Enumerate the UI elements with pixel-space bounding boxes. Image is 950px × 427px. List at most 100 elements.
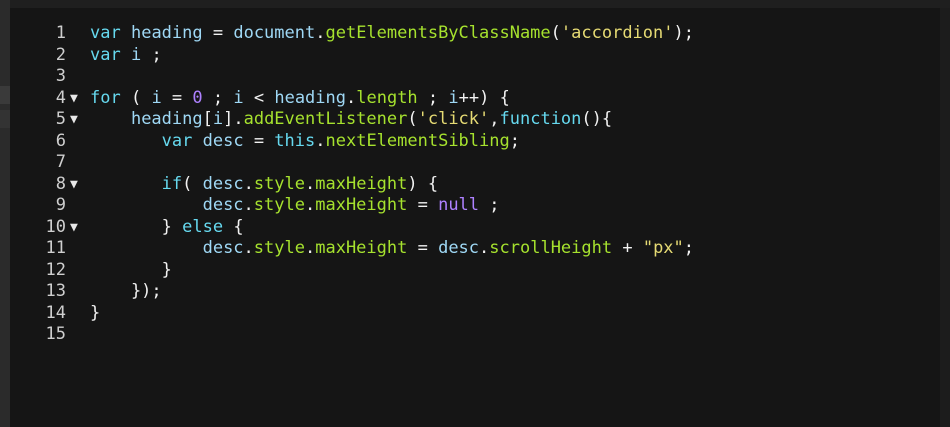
code-token: maxHeight	[315, 238, 408, 258]
line-number: 7	[55, 152, 66, 172]
line-number: 1	[55, 23, 66, 43]
code-token: });	[90, 281, 162, 301]
line-number: 15	[45, 324, 66, 344]
code-token: "px"	[642, 238, 684, 258]
line-number: 11	[45, 238, 66, 258]
code-token: =	[161, 87, 193, 108]
code-token: ++) {	[458, 87, 510, 108]
code-token: =	[407, 238, 439, 258]
code-line[interactable]: 3	[10, 66, 940, 88]
code-text: var desc = this.nextElementSibling;	[90, 131, 520, 153]
panel-marker	[0, 86, 10, 104]
code-token: +	[612, 238, 643, 258]
code-token: );	[673, 23, 694, 43]
code-token: var	[90, 23, 121, 43]
code-text: desc.style.maxHeight = desc.scrollHeight…	[90, 238, 694, 260]
code-line[interactable]: 14}	[10, 303, 940, 325]
code-token: =	[202, 23, 234, 43]
line-number: 2	[55, 44, 66, 65]
fold-arrow-icon[interactable]: ▼	[70, 88, 84, 110]
code-text: for ( i = 0 ; i < heading.length ; i++) …	[90, 88, 510, 110]
code-token: if	[161, 173, 183, 194]
line-number: 4	[55, 87, 66, 108]
code-token: desc	[202, 238, 244, 258]
code-text: heading[i].addEventListener('click',func…	[90, 109, 612, 131]
code-token: (){	[581, 109, 613, 129]
code-line[interactable]: 10 ▼ } else {	[10, 217, 940, 239]
code-token: .	[243, 173, 254, 194]
fold-arrow-icon[interactable]: ▼	[70, 174, 84, 196]
code-token: desc	[202, 195, 244, 215]
line-number: 12	[45, 259, 66, 280]
code-token: ,	[489, 109, 500, 129]
code-editor[interactable]: 1 var heading = document. getElementsByCla…	[10, 8, 940, 427]
code-token: document	[233, 23, 316, 43]
code-token: heading	[130, 23, 203, 43]
code-token: ;	[683, 238, 695, 258]
code-line[interactable]: 15	[10, 324, 940, 346]
code-text: var i ;	[90, 45, 162, 67]
code-line[interactable]: 1 var heading = document.getElementsByCla…	[10, 23, 940, 45]
code-token: i	[448, 87, 459, 108]
code-text: desc.style.maxHeight = null ;	[90, 195, 500, 217]
code-token: i	[151, 87, 162, 108]
line-number: 6	[55, 130, 66, 151]
code-line[interactable]: 11 desc.style.maxHeight = desc.scrollHei…	[10, 238, 940, 260]
fold-arrow-icon[interactable]: ▼	[70, 109, 84, 131]
code-token: heading	[274, 87, 346, 108]
left-panel-edge	[0, 0, 10, 427]
code-text: } else {	[90, 217, 244, 239]
code-token: =	[407, 195, 439, 215]
line-number: 14	[45, 302, 66, 323]
code-token: }	[90, 259, 172, 280]
code-token: ;	[509, 130, 520, 151]
code-line[interactable]: 8 ▼ if( desc.style.maxHeight) {	[10, 174, 940, 196]
code-token: i	[212, 109, 224, 129]
line-number: 9	[55, 195, 66, 215]
code-token: <	[243, 87, 275, 108]
code-line[interactable]: 4 ▼ for ( i = 0 ; i < heading.length ; i++…	[10, 88, 940, 110]
code-token: i	[130, 44, 142, 65]
code-line[interactable]: 7	[10, 152, 940, 174]
code-token: }	[161, 216, 183, 237]
code-token: null	[438, 195, 480, 215]
code-token: .	[479, 238, 490, 258]
fold-arrow-icon[interactable]: ▼	[70, 217, 84, 239]
line-number: 3	[55, 66, 66, 86]
code-token: getElementsByClassName	[325, 23, 551, 43]
code-token: =	[243, 130, 275, 151]
code-token: (	[120, 87, 152, 108]
line-number: 5	[55, 109, 66, 129]
code-token: ;	[202, 87, 234, 108]
code-token: maxHeight	[315, 173, 408, 194]
code-token: for	[90, 87, 121, 108]
code-line[interactable]: 13 });	[10, 281, 940, 303]
code-token: 0	[192, 87, 203, 108]
code-token: ;	[417, 87, 449, 108]
code-line[interactable]: 9 desc.style.maxHeight = null ;	[10, 195, 940, 217]
code-token: [	[202, 109, 213, 129]
code-token: ) {	[407, 173, 439, 194]
code-line[interactable]: 2 var i ;	[10, 45, 940, 67]
code-line[interactable]: 5 ▼ heading[i].addEventListener('click',f…	[10, 109, 940, 131]
code-text: }	[90, 260, 172, 282]
code-token: length	[356, 87, 418, 108]
code-token: desc	[202, 130, 244, 151]
code-token: .	[243, 238, 254, 258]
code-token: var	[161, 130, 193, 151]
code-line[interactable]: 12 }	[10, 260, 940, 282]
code-token: desc	[438, 238, 480, 258]
code-token: ;	[141, 44, 162, 65]
code-token: {	[223, 216, 244, 237]
code-token: }	[90, 302, 101, 323]
code-token: .	[305, 173, 316, 194]
code-token: else	[182, 216, 224, 237]
line-number: 10	[45, 216, 66, 237]
code-line[interactable]: 6 var desc = this.nextElementSibling;	[10, 131, 940, 153]
